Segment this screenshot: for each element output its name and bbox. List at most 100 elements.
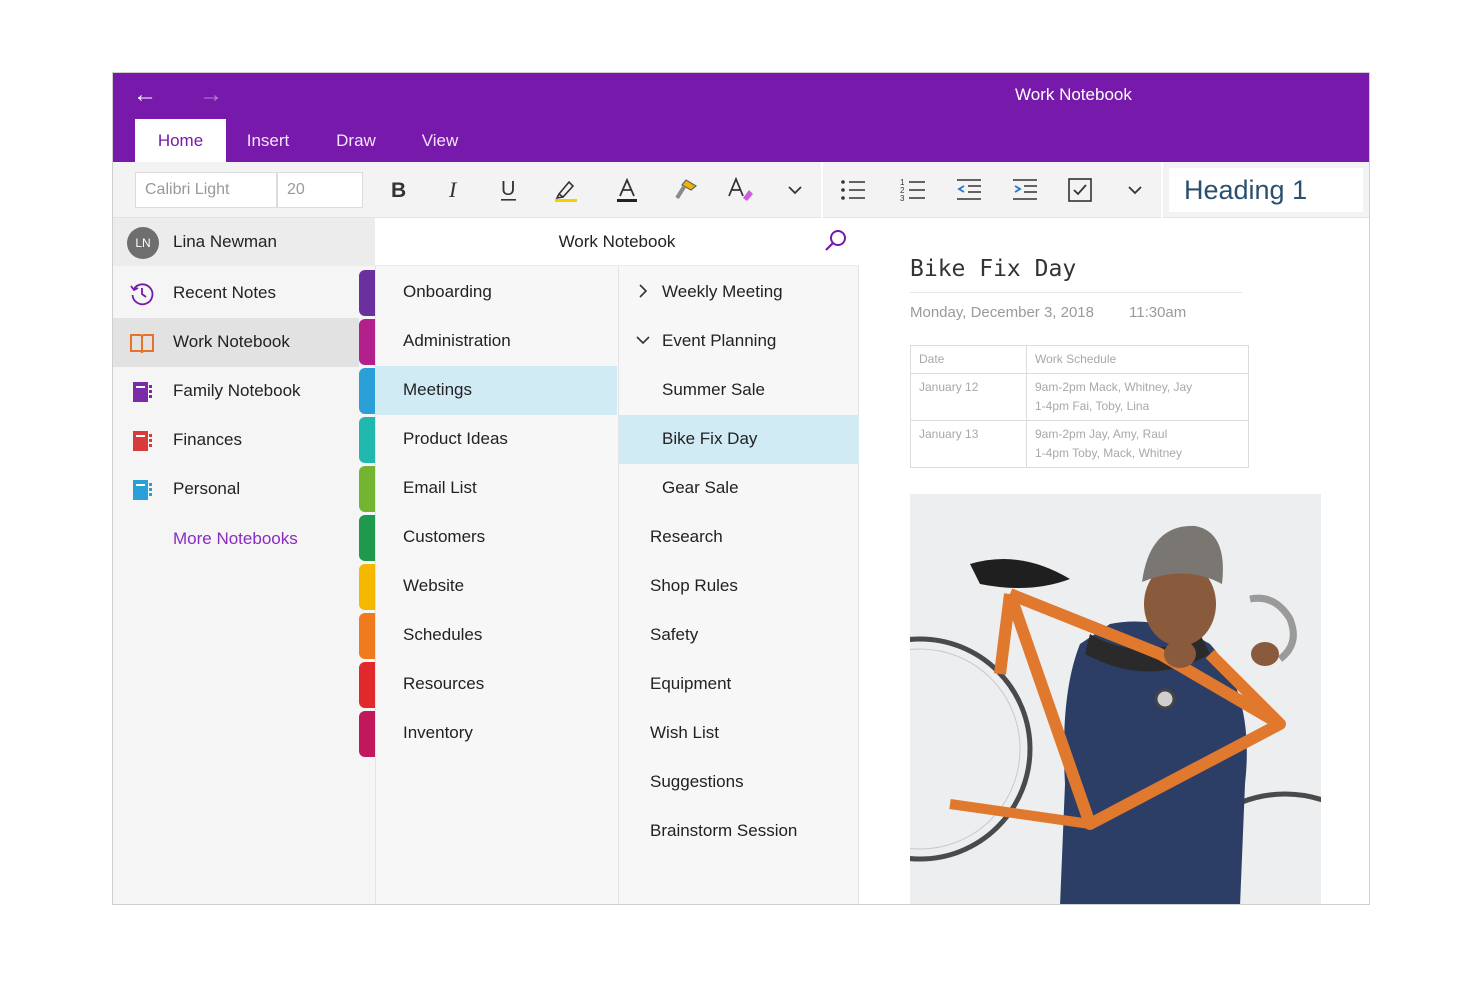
section-item-website[interactable]: Website <box>376 562 617 611</box>
window-title: Work Notebook <box>1015 85 1132 104</box>
notebook-label: Family Notebook <box>173 381 301 400</box>
page-label: Research <box>650 527 723 546</box>
outdent-icon[interactable] <box>949 171 989 209</box>
page-item-safety[interactable]: Safety <box>619 611 860 660</box>
table-header-cell[interactable]: Date <box>910 345 1027 374</box>
tab-insert[interactable]: Insert <box>226 119 310 162</box>
chevron-down-icon[interactable] <box>775 171 815 209</box>
section-color-tab[interactable] <box>359 662 375 708</box>
page-item-wish-list[interactable]: Wish List <box>619 709 860 758</box>
page-item-event-planning[interactable]: Event Planning <box>619 317 860 366</box>
page-label: Shop Rules <box>650 576 738 595</box>
svg-text:U: U <box>501 178 515 200</box>
tab-home[interactable]: Home <box>135 119 226 162</box>
chevron-down-icon[interactable] <box>1115 171 1155 209</box>
ribbon-divider <box>821 162 823 218</box>
notebook-icon <box>129 477 155 503</box>
section-color-tab[interactable] <box>359 564 375 610</box>
bold-icon[interactable]: B <box>379 171 419 209</box>
font-name-input[interactable]: Calibri Light <box>135 172 277 208</box>
notebook-item-personal[interactable]: Personal <box>113 465 359 514</box>
table-cell-schedule[interactable]: 9am-2pm Jay, Amy, Raul 1-4pm Toby, Mack,… <box>1026 420 1249 468</box>
page-item-weekly-meeting[interactable]: Weekly Meeting <box>619 268 860 317</box>
page-item-bike-fix-day[interactable]: Bike Fix Day <box>619 415 860 464</box>
page-item-research[interactable]: Research <box>619 513 860 562</box>
notebook-item-recent-notes[interactable]: Recent Notes <box>113 269 359 318</box>
avatar: LN <box>127 227 159 259</box>
section-item-schedules[interactable]: Schedules <box>376 611 617 660</box>
section-color-tab[interactable] <box>359 417 375 463</box>
table-cell-schedule[interactable]: 9am-2pm Mack, Whitney, Jay 1-4pm Fai, To… <box>1026 373 1249 421</box>
page-item-brainstorm-session[interactable]: Brainstorm Session <box>619 807 860 856</box>
section-item-product-ideas[interactable]: Product Ideas <box>376 415 617 464</box>
section-item-inventory[interactable]: Inventory <box>376 709 617 758</box>
page-title[interactable]: Bike Fix Day <box>910 256 1076 282</box>
bike-photo[interactable] <box>910 494 1321 904</box>
tab-draw[interactable]: Draw <box>316 119 396 162</box>
notebook-item-finances[interactable]: Finances <box>113 416 359 465</box>
table-row: January 13 9am-2pm Jay, Amy, Raul 1-4pm … <box>910 420 1249 468</box>
notebook-header-title[interactable]: Work Notebook <box>375 232 859 252</box>
section-color-tab[interactable] <box>359 319 375 365</box>
section-item-onboarding[interactable]: Onboarding <box>376 268 617 317</box>
page-item-suggestions[interactable]: Suggestions <box>619 758 860 807</box>
more-notebooks-link[interactable]: More Notebooks <box>173 529 298 549</box>
page-item-summer-sale[interactable]: Summer Sale <box>619 366 860 415</box>
clock-icon <box>129 281 155 307</box>
underline-icon[interactable]: U <box>489 171 529 209</box>
onenote-window: ← → Work Notebook Home Insert Draw View … <box>112 72 1370 905</box>
section-item-meetings[interactable]: Meetings <box>376 366 617 415</box>
highlighter-icon[interactable] <box>546 171 586 209</box>
chevron-down-icon[interactable] <box>635 330 651 350</box>
notebook-label: Finances <box>173 430 242 449</box>
section-label: Onboarding <box>403 282 492 301</box>
section-label: Email List <box>403 478 477 497</box>
section-item-administration[interactable]: Administration <box>376 317 617 366</box>
section-color-tab[interactable] <box>359 466 375 512</box>
section-color-tab[interactable] <box>359 613 375 659</box>
page-canvas[interactable]: Bike Fix Day Monday, December 3, 2018 11… <box>859 218 1369 904</box>
table-cell-date[interactable]: January 12 <box>910 373 1027 421</box>
page-item-shop-rules[interactable]: Shop Rules <box>619 562 860 611</box>
notebook-item-work-notebook[interactable]: Work Notebook <box>113 318 359 367</box>
section-color-tab[interactable] <box>359 515 375 561</box>
tab-view[interactable]: View <box>401 119 479 162</box>
checkbox-icon[interactable] <box>1060 171 1100 209</box>
section-item-resources[interactable]: Resources <box>376 660 617 709</box>
svg-text:I: I <box>448 178 458 202</box>
page-item-gear-sale[interactable]: Gear Sale <box>619 464 860 513</box>
sections-pane: Onboarding Administration Meetings Produ… <box>375 218 618 904</box>
italic-icon[interactable]: I <box>434 171 474 209</box>
font-color-icon[interactable] <box>607 171 647 209</box>
numbered-list-icon[interactable]: 123 <box>893 171 933 209</box>
paragraph-style-dropdown[interactable]: Heading 1 <box>1169 168 1363 212</box>
notebook-label: Recent Notes <box>173 283 276 302</box>
section-color-tab[interactable] <box>359 711 375 757</box>
pages-pane: Weekly Meeting Event Planning Summer Sal… <box>618 266 860 904</box>
account-row[interactable]: LN Lina Newman <box>113 218 375 266</box>
svg-text:3: 3 <box>900 194 905 203</box>
page-label: Wish List <box>650 723 719 742</box>
section-item-customers[interactable]: Customers <box>376 513 617 562</box>
svg-text:B: B <box>391 179 406 202</box>
notebook-item-family-notebook[interactable]: Family Notebook <box>113 367 359 416</box>
chevron-right-icon[interactable] <box>635 281 651 301</box>
work-schedule-table[interactable]: Date Work Schedule January 12 9am-2pm Ma… <box>910 345 1249 468</box>
section-item-email-list[interactable]: Email List <box>376 464 617 513</box>
forward-arrow-icon[interactable]: → <box>196 81 226 109</box>
format-painter-icon[interactable] <box>666 171 706 209</box>
schedule-line: 9am-2pm Jay, Amy, Raul <box>1035 427 1168 441</box>
indent-icon[interactable] <box>1005 171 1045 209</box>
page-item-equipment[interactable]: Equipment <box>619 660 860 709</box>
section-label: Administration <box>403 331 511 350</box>
font-size-input[interactable]: 20 <box>277 172 363 208</box>
bullet-list-icon[interactable] <box>833 171 873 209</box>
table-cell-date[interactable]: January 13 <box>910 420 1027 468</box>
text-styles-icon[interactable] <box>721 171 761 209</box>
section-color-tab[interactable] <box>359 270 375 316</box>
table-header-cell[interactable]: Work Schedule <box>1026 345 1249 374</box>
section-color-tab[interactable] <box>359 368 375 414</box>
page-label: Safety <box>650 625 699 644</box>
back-arrow-icon[interactable]: ← <box>130 81 160 109</box>
search-icon[interactable] <box>823 228 849 254</box>
